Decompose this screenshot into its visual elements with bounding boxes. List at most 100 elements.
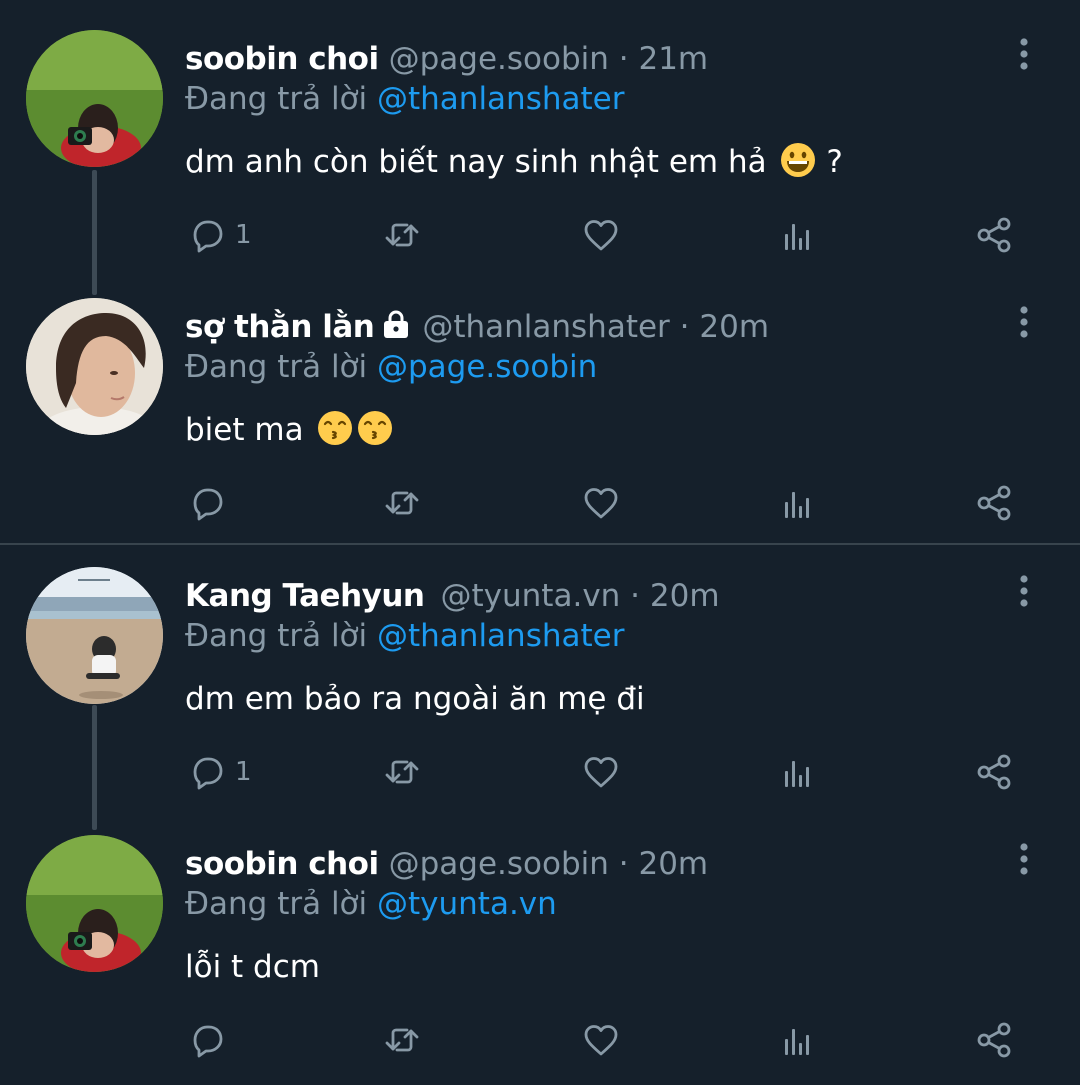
reply-button[interactable] xyxy=(185,1018,235,1062)
avatar[interactable] xyxy=(26,567,163,704)
retweet-button[interactable] xyxy=(381,1018,423,1062)
more-vertical-icon xyxy=(1020,306,1028,338)
replying-label: Đang trả lời xyxy=(185,618,368,654)
analytics-icon xyxy=(785,761,809,787)
author-handle[interactable]: @tyunta.vn xyxy=(441,578,621,614)
retweet-icon xyxy=(385,760,419,784)
share-icon xyxy=(977,217,1011,253)
analytics-button[interactable] xyxy=(777,481,819,525)
kissing-face-emoji xyxy=(318,411,353,445)
author-name[interactable]: soobin choi xyxy=(185,846,379,882)
reply-count: 1 xyxy=(235,220,252,250)
tweet[interactable]: soobin choi @page.soobin · 20m Đang trả l… xyxy=(0,805,1080,1073)
retweet-icon xyxy=(385,223,419,247)
replying-to-line: Đang trả lời @tyunta.vn xyxy=(185,883,557,925)
tweet-text-body: lỗi t dcm xyxy=(185,949,320,985)
replying-to-line: Đang trả lời @thanlanshater xyxy=(185,78,624,120)
author-name[interactable]: Kang Taehyun xyxy=(185,578,425,614)
conversation-thread-1: soobin choi @page.soobin · 21m Đang trả l… xyxy=(0,0,1080,543)
like-button[interactable] xyxy=(580,750,622,794)
tweet-text: lỗi t dcm xyxy=(185,945,320,989)
analytics-icon xyxy=(785,224,809,250)
like-button[interactable] xyxy=(580,213,622,257)
separator-dot: · xyxy=(618,41,629,77)
reply-button[interactable]: 1 xyxy=(185,750,252,794)
share-button[interactable] xyxy=(973,213,1015,257)
share-icon xyxy=(977,754,1011,790)
tweet[interactable]: soobin choi @page.soobin · 21m Đang trả l… xyxy=(0,0,1080,268)
more-vertical-icon xyxy=(1020,843,1028,875)
tweet-time[interactable]: 20m xyxy=(638,846,708,882)
reply-icon xyxy=(193,1025,223,1058)
tweet[interactable]: Kang Taehyun @tyunta.vn · 20m Đang trả lờ… xyxy=(0,537,1080,805)
heart-icon xyxy=(584,1025,618,1056)
analytics-button[interactable] xyxy=(777,1018,819,1062)
conversation-thread-2: Kang Taehyun @tyunta.vn · 20m Đang trả lờ… xyxy=(0,545,1080,1085)
share-button[interactable] xyxy=(973,750,1015,794)
reply-icon xyxy=(193,757,223,790)
tweet[interactable]: sợ thằn lằn @thanlanshater · 20m Đang trả… xyxy=(0,268,1080,536)
reply-button[interactable]: 1 xyxy=(185,213,252,257)
separator-dot: · xyxy=(618,846,629,882)
tweet-actions: 1 xyxy=(185,213,1045,257)
analytics-button[interactable] xyxy=(777,213,819,257)
tweet-text-suffix: ? xyxy=(826,144,843,180)
share-button[interactable] xyxy=(973,481,1015,525)
tweet-text-body: dm anh còn biết nay sinh nhật em hả xyxy=(185,144,767,180)
share-button[interactable] xyxy=(973,1018,1015,1062)
more-options-button[interactable] xyxy=(1012,573,1036,609)
tweet-header: Kang Taehyun @tyunta.vn · 20m xyxy=(185,575,720,617)
avatar[interactable] xyxy=(26,30,163,167)
replying-to-mention[interactable]: @tyunta.vn xyxy=(377,886,557,922)
like-button[interactable] xyxy=(580,1018,622,1062)
separator-dot: · xyxy=(630,578,641,614)
heart-icon xyxy=(584,220,618,251)
more-options-button[interactable] xyxy=(1012,36,1036,72)
kissing-face-emoji xyxy=(358,411,393,445)
separator-dot: · xyxy=(679,309,690,345)
more-options-button[interactable] xyxy=(1012,841,1036,877)
reply-icon xyxy=(193,488,223,521)
replying-label: Đang trả lời xyxy=(185,349,368,385)
retweet-icon xyxy=(385,491,419,515)
more-options-button[interactable] xyxy=(1012,304,1036,340)
replying-to-line: Đang trả lời @thanlanshater xyxy=(185,615,624,657)
tweet-text: dm anh còn biết nay sinh nhật em hả ? xyxy=(185,140,843,184)
tweet-text: dm em bảo ra ngoài ăn mẹ đi xyxy=(185,677,645,721)
author-name[interactable]: soobin choi xyxy=(185,41,379,77)
retweet-button[interactable] xyxy=(381,213,423,257)
replying-to-mention[interactable]: @thanlanshater xyxy=(377,618,624,654)
retweet-button[interactable] xyxy=(381,750,423,794)
retweet-button[interactable] xyxy=(381,481,423,525)
like-button[interactable] xyxy=(580,481,622,525)
analytics-button[interactable] xyxy=(777,750,819,794)
author-handle[interactable]: @thanlanshater xyxy=(422,309,669,345)
avatar[interactable] xyxy=(26,835,163,972)
tweet-header: soobin choi @page.soobin · 20m xyxy=(185,843,708,885)
author-name[interactable]: sợ thằn lằn xyxy=(185,309,375,345)
tweet-time[interactable]: 20m xyxy=(699,309,769,345)
more-vertical-icon xyxy=(1020,575,1028,607)
replying-label: Đang trả lời xyxy=(185,886,368,922)
author-handle[interactable]: @page.soobin xyxy=(389,846,609,882)
replying-to-line: Đang trả lời @page.soobin xyxy=(185,346,597,388)
reply-button[interactable] xyxy=(185,481,235,525)
tweet-actions xyxy=(185,481,1045,525)
author-handle[interactable]: @page.soobin xyxy=(389,41,609,77)
tweet-header: soobin choi @page.soobin · 21m xyxy=(185,38,708,80)
heart-icon xyxy=(584,757,618,788)
analytics-icon xyxy=(785,492,809,518)
tweet-text-body: biet ma xyxy=(185,412,304,448)
grinning-face-emoji xyxy=(781,143,816,177)
avatar[interactable] xyxy=(26,298,163,435)
tweet-time[interactable]: 21m xyxy=(638,41,708,77)
share-icon xyxy=(977,1022,1011,1058)
tweet-time[interactable]: 20m xyxy=(650,578,720,614)
tweet-actions: 1 xyxy=(185,750,1045,794)
heart-icon xyxy=(584,488,618,519)
reply-icon xyxy=(193,220,223,253)
replying-to-mention[interactable]: @thanlanshater xyxy=(377,81,624,117)
replying-to-mention[interactable]: @page.soobin xyxy=(377,349,597,385)
lock-icon xyxy=(380,308,412,351)
replying-label: Đang trả lời xyxy=(185,81,368,117)
